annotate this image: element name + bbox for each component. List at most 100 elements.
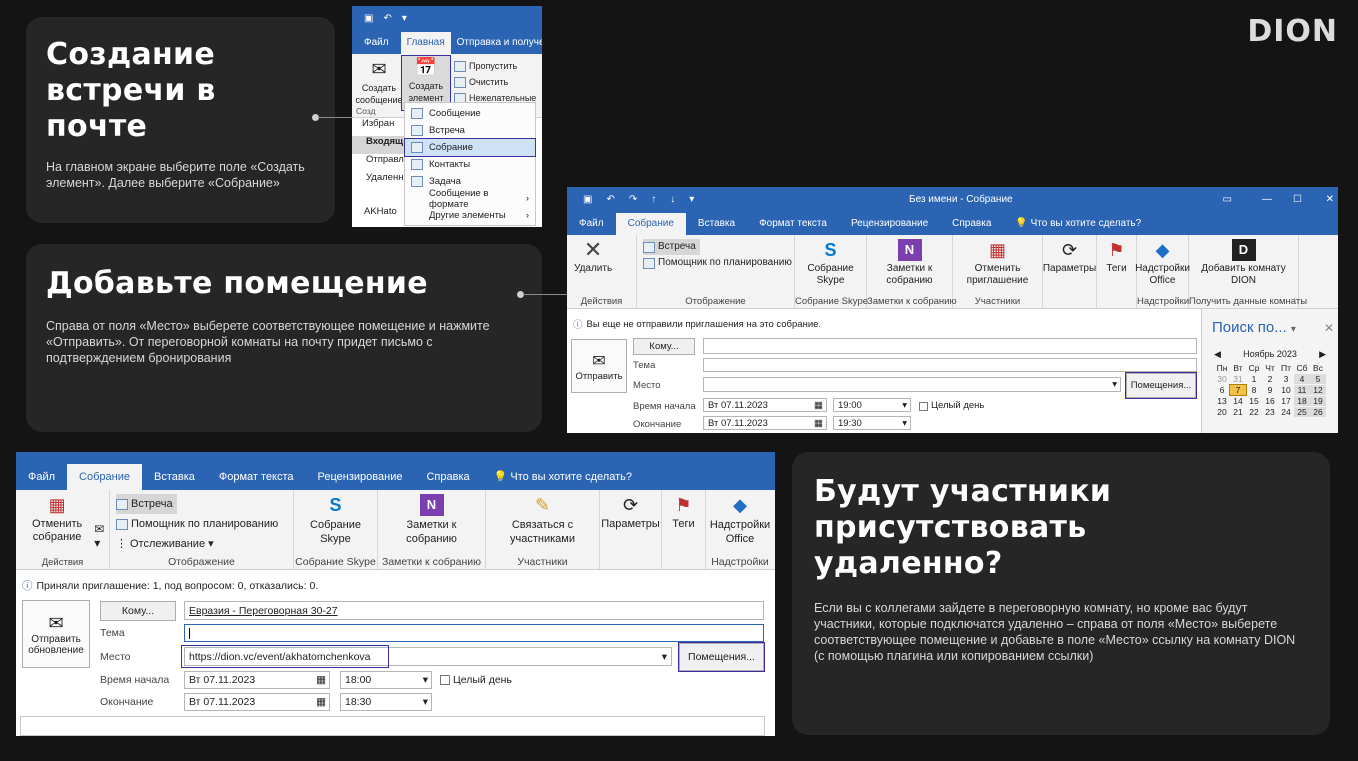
tags-button[interactable]: ⚑ Теги	[669, 494, 699, 530]
tab-meeting[interactable]: Собрание	[615, 213, 686, 235]
calendar-day[interactable]: 31	[1230, 374, 1246, 384]
calendar-day[interactable]: 18	[1294, 396, 1310, 406]
folder-sent[interactable]: Отправле	[352, 154, 409, 172]
tab-help[interactable]: Справка	[414, 464, 481, 490]
calendar-day[interactable]: 13	[1214, 396, 1230, 406]
menu-item-formatted-message[interactable]: Сообщение в формате ›	[405, 188, 535, 210]
clean-button[interactable]: Очистить	[454, 74, 536, 90]
appointment-view-button[interactable]: Встреча	[643, 239, 700, 255]
create-message-button[interactable]: ✉ Создать сообщение	[354, 58, 404, 106]
all-day-checkbox[interactable]: Целый день	[440, 672, 512, 688]
start-time-field[interactable]: 19:00 ▾	[833, 398, 911, 412]
to-button[interactable]: Кому...	[633, 338, 695, 355]
tab-meeting[interactable]: Собрание	[67, 464, 142, 490]
search-people[interactable]: Поиск по... ▾	[1212, 319, 1296, 336]
start-time-field[interactable]: 18:00 ▾	[340, 671, 432, 689]
calendar-day[interactable]: 21	[1230, 407, 1246, 417]
calendar-day[interactable]: 3	[1278, 374, 1294, 384]
calendar-day[interactable]: 30	[1214, 374, 1230, 384]
minimize-icon[interactable]: —	[1262, 194, 1272, 205]
tab-review[interactable]: Рецензирование	[839, 213, 940, 235]
send-update-button[interactable]: ✉ Отправить обновление	[22, 600, 90, 668]
end-time-field[interactable]: 18:30 ▾	[340, 693, 432, 711]
contact-attendees-button[interactable]: ✎ Связаться с участниками	[490, 494, 595, 546]
tab-file[interactable]: Файл	[16, 464, 67, 490]
calendar-day[interactable]: 15	[1246, 396, 1262, 406]
tab-file[interactable]: Файл	[567, 213, 616, 235]
scheduling-assistant-button[interactable]: Помощник по планированию	[116, 514, 278, 534]
tab-format[interactable]: Формат текста	[207, 464, 306, 490]
down-icon[interactable]: ↓	[670, 194, 675, 205]
scheduling-assistant-button[interactable]: Помощник по планированию	[643, 255, 792, 271]
tab-review[interactable]: Рецензирование	[306, 464, 415, 490]
send-button[interactable]: ✉ Отправить	[571, 339, 627, 393]
tab-file[interactable]: Файл	[352, 32, 401, 54]
calendar-day[interactable]: 17	[1278, 396, 1294, 406]
folder-account[interactable]: AKHato	[352, 206, 406, 224]
to-field[interactable]: Евразия - Переговорная 30-27	[184, 601, 764, 620]
rooms-button[interactable]: Помещения...	[1125, 372, 1197, 399]
office-addins-button[interactable]: ◆ Надстройки Office	[707, 494, 773, 546]
start-date-field[interactable]: Вт 07.11.2023 ▦	[703, 398, 827, 412]
tab-format[interactable]: Формат текста	[747, 213, 839, 235]
dropdown-icon[interactable]: ▾	[402, 13, 407, 24]
cancel-meeting-button[interactable]: ▦ Отменить собрание	[20, 494, 94, 544]
calendar-day[interactable]: 9	[1262, 385, 1278, 395]
tracking-button[interactable]: ⋮ Отслеживание ▾	[116, 534, 214, 554]
tab-insert[interactable]: Вставка	[686, 213, 747, 235]
redo-icon[interactable]: ↷	[629, 194, 637, 205]
folder-deleted[interactable]: Удаленн	[352, 172, 406, 190]
calendar-day[interactable]: 7	[1229, 384, 1247, 396]
tab-home[interactable]: Главная	[400, 32, 451, 54]
cancel-invitation-button[interactable]: ▦ Отменить приглашение	[957, 239, 1038, 287]
delete-button[interactable]: ✕ Удалить	[571, 239, 615, 275]
all-day-checkbox[interactable]: Целый день	[919, 398, 984, 414]
calendar-day[interactable]: 11	[1294, 385, 1310, 395]
skip-button[interactable]: Пропустить	[454, 58, 536, 74]
appointment-view-button[interactable]: Встреча	[116, 494, 177, 514]
save-icon[interactable]: ▣	[583, 194, 592, 205]
calendar-day[interactable]: 4	[1294, 374, 1310, 384]
dropdown-icon[interactable]: ▾	[689, 194, 694, 205]
menu-item-appointment[interactable]: Встреча	[405, 122, 535, 139]
add-dion-room-button[interactable]: D Добавить комнату DION	[1193, 239, 1294, 287]
calendar-day[interactable]: 19	[1310, 396, 1326, 406]
calendar-day[interactable]: 16	[1262, 396, 1278, 406]
message-body[interactable]	[20, 716, 765, 736]
menu-item-other[interactable]: Другие элементы ›	[405, 207, 535, 224]
calendar-day[interactable]: 26	[1310, 407, 1326, 417]
tell-me-search[interactable]: 💡 Что вы хотите сделать?	[1003, 213, 1153, 235]
tab-send-receive[interactable]: Отправка и получение	[451, 32, 542, 54]
calendar-day[interactable]: 8	[1246, 385, 1262, 395]
close-icon[interactable]: ✕	[1326, 194, 1334, 205]
start-date-field[interactable]: Вт 07.11.2023 ▦	[184, 671, 330, 689]
prev-month-icon[interactable]: ◀	[1214, 349, 1221, 360]
calendar-day[interactable]: 2	[1262, 374, 1278, 384]
calendar-day[interactable]: 25	[1294, 407, 1310, 417]
office-addins-button[interactable]: ◆ Надстройки Office	[1132, 239, 1193, 287]
menu-item-message[interactable]: Сообщение	[405, 105, 535, 122]
calendar-day[interactable]: 12	[1310, 385, 1326, 395]
tab-insert[interactable]: Вставка	[142, 464, 207, 490]
to-button[interactable]: Кому...	[100, 601, 176, 621]
meeting-notes-button[interactable]: N Заметки к собранию	[871, 239, 948, 287]
subject-field[interactable]	[703, 358, 1197, 372]
calendar-day[interactable]: 6	[1214, 385, 1230, 395]
tell-me-search[interactable]: 💡 Что вы хотите сделать?	[482, 464, 644, 490]
end-date-field[interactable]: Вт 07.11.2023 ▦	[703, 416, 827, 430]
to-field[interactable]	[703, 338, 1197, 354]
folder-inbox[interactable]: Входящ	[352, 136, 406, 154]
location-field[interactable]: ▾	[703, 377, 1121, 392]
calendar-day[interactable]: 10	[1278, 385, 1294, 395]
close-pane-icon[interactable]: ✕	[1324, 321, 1334, 335]
tab-help[interactable]: Справка	[940, 213, 1003, 235]
calendar-day[interactable]: 20	[1214, 407, 1230, 417]
calendar-day[interactable]: 24	[1278, 407, 1294, 417]
maximize-icon[interactable]: ☐	[1293, 194, 1302, 205]
next-month-icon[interactable]: ▶	[1319, 349, 1326, 360]
restore-icon[interactable]: ▭	[1223, 194, 1232, 205]
calendar-day[interactable]: 1	[1246, 374, 1262, 384]
undo-icon[interactable]: ↶	[383, 13, 391, 24]
calendar-day[interactable]: 23	[1262, 407, 1278, 417]
menu-item-contacts[interactable]: Контакты	[405, 156, 535, 173]
